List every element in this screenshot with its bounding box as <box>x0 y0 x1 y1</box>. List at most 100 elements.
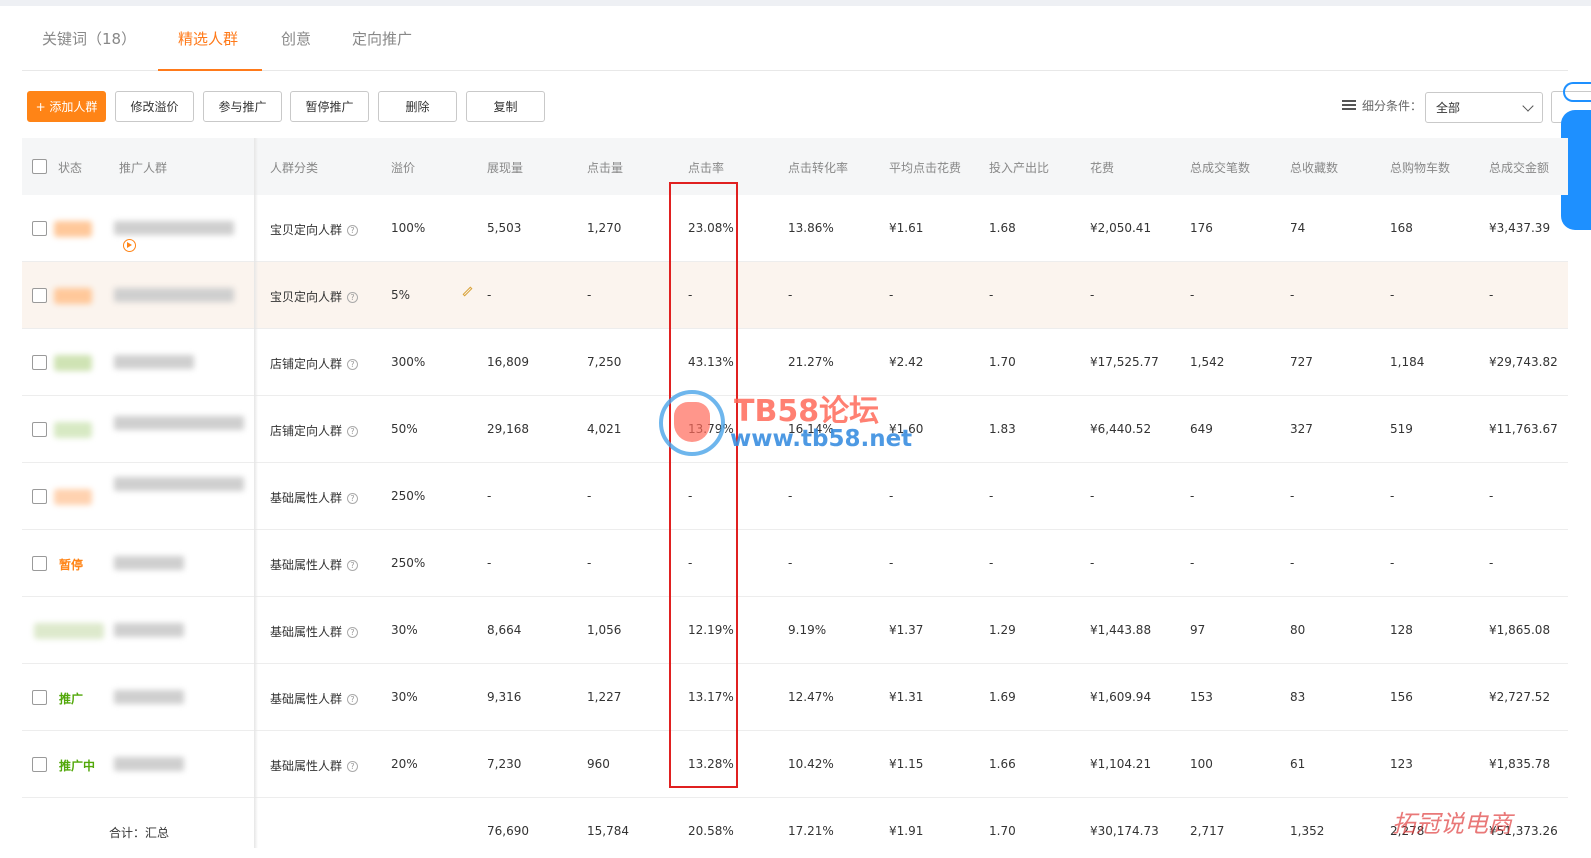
tab-targeted-promotion[interactable]: 定向推广 <box>352 28 412 49</box>
audience-name[interactable] <box>114 757 184 771</box>
impressions-cell: 8,664 <box>487 623 522 637</box>
header-cost[interactable]: 花费 <box>1090 159 1114 176</box>
header-favs[interactable]: 总收藏数 <box>1290 159 1338 176</box>
help-icon[interactable]: ? <box>347 493 359 504</box>
impressions-cell: 7,230 <box>487 757 522 771</box>
cpc-cell: ¥1.61 <box>889 221 924 235</box>
orders-cell: - <box>1190 288 1195 302</box>
status-badge <box>54 489 92 505</box>
audience-name[interactable] <box>114 288 234 302</box>
tab-creative[interactable]: 创意 <box>281 28 311 49</box>
select-all-checkbox[interactable] <box>32 159 47 174</box>
total-impressions: 76,690 <box>487 824 529 838</box>
filter-select[interactable]: 全部 <box>1425 92 1543 123</box>
header-impressions[interactable]: 展现量 <box>487 159 523 176</box>
help-icon[interactable]: ? <box>347 426 359 437</box>
audience-name[interactable] <box>114 623 184 637</box>
category-cell: 基础属性人群? <box>270 489 359 506</box>
carts-cell: - <box>1390 288 1395 302</box>
edit-premium-button[interactable]: 修改溢价 <box>115 91 194 122</box>
roi-cell: 1.68 <box>989 221 1016 235</box>
join-promotion-button[interactable]: 参与推广 <box>203 91 282 122</box>
help-icon[interactable]: ? <box>347 359 359 370</box>
header-clicks[interactable]: 点击量 <box>587 159 623 176</box>
audience-name[interactable] <box>114 416 244 430</box>
carts-cell: 156 <box>1390 690 1413 704</box>
audience-name[interactable] <box>114 477 244 491</box>
carts-cell: - <box>1390 556 1395 570</box>
cvr-cell: - <box>788 556 793 570</box>
roi-cell: 1.70 <box>989 355 1016 369</box>
gmv-cell: ¥3,437.39 <box>1489 221 1551 235</box>
help-icon[interactable]: ? <box>347 225 359 236</box>
pause-promotion-button[interactable]: 暂停推广 <box>290 91 369 122</box>
help-icon[interactable]: ? <box>347 761 359 772</box>
impressions-cell: 9,316 <box>487 690 522 704</box>
total-ctr: 20.58% <box>688 824 734 838</box>
help-icon[interactable]: ? <box>347 560 359 571</box>
help-icon[interactable]: ? <box>347 694 359 705</box>
add-audience-button[interactable]: + 添加人群 <box>27 91 106 122</box>
tab-keywords[interactable]: 关键词（18） <box>42 28 136 49</box>
header-status: 状态 <box>58 161 83 175</box>
row-checkbox[interactable] <box>32 690 47 705</box>
header-cpc[interactable]: 平均点击花费 <box>889 159 961 176</box>
premium-cell: 250% <box>391 489 426 503</box>
category-cell: 基础属性人群? <box>270 623 359 640</box>
edit-pencil-icon[interactable] <box>462 286 473 297</box>
carts-cell: 1,184 <box>1390 355 1425 369</box>
active-tab-indicator <box>158 69 262 71</box>
audience-name[interactable] <box>114 690 184 704</box>
status-badge <box>54 221 92 237</box>
audience-name[interactable] <box>114 221 234 235</box>
delete-button[interactable]: 删除 <box>378 91 457 122</box>
orders-cell: 176 <box>1190 221 1213 235</box>
orders-cell: 97 <box>1190 623 1206 637</box>
gmv-cell: ¥11,763.67 <box>1489 422 1558 436</box>
cost-cell: ¥1,609.94 <box>1090 690 1152 704</box>
audience-name[interactable] <box>114 556 184 570</box>
filter-label-group: 细分条件： <box>1342 97 1422 114</box>
cpc-cell: - <box>889 489 894 503</box>
clicks-cell: 4,021 <box>587 422 622 436</box>
cost-cell: ¥1,104.21 <box>1090 757 1152 771</box>
row-checkbox[interactable] <box>32 757 47 772</box>
header-gmv[interactable]: 总成交金额 <box>1489 159 1549 176</box>
row-checkbox[interactable] <box>32 221 47 236</box>
header-cvr[interactable]: 点击转化率 <box>788 159 848 176</box>
cpc-cell: ¥1.15 <box>889 757 924 771</box>
favs-cell: 83 <box>1290 690 1306 704</box>
favs-cell: 61 <box>1290 757 1306 771</box>
clicks-cell: 7,250 <box>587 355 622 369</box>
copy-button[interactable]: 复制 <box>466 91 545 122</box>
row-checkbox[interactable] <box>32 288 47 303</box>
header-roi[interactable]: 投入产出比 <box>989 159 1049 176</box>
tab-selected-audience[interactable]: 精选人群 <box>178 28 238 49</box>
row-checkbox[interactable] <box>32 355 47 370</box>
header-ctr[interactable]: 点击率 <box>688 159 724 176</box>
chevron-down-icon <box>1522 100 1534 112</box>
help-icon[interactable]: ? <box>347 292 359 303</box>
cvr-cell: 10.42% <box>788 757 834 771</box>
gmv-cell: ¥2,727.52 <box>1489 690 1551 704</box>
help-icon[interactable]: ? <box>347 627 359 638</box>
carts-cell: 128 <box>1390 623 1413 637</box>
row-checkbox[interactable] <box>32 556 47 571</box>
category-cell: 基础属性人群? <box>270 757 359 774</box>
status-badge <box>54 422 92 438</box>
orders-cell: - <box>1190 489 1195 503</box>
orders-cell: 153 <box>1190 690 1213 704</box>
row-checkbox[interactable] <box>32 422 47 437</box>
header-carts[interactable]: 总购物车数 <box>1390 159 1450 176</box>
category-cell: 宝贝定向人群? <box>270 221 359 238</box>
header-orders[interactable]: 总成交笔数 <box>1190 159 1250 176</box>
play-icon[interactable] <box>123 239 136 252</box>
favs-cell: 727 <box>1290 355 1313 369</box>
row-checkbox[interactable] <box>32 489 47 504</box>
carts-cell: 168 <box>1390 221 1413 235</box>
audience-name[interactable] <box>114 355 194 369</box>
total-clicks: 15,784 <box>587 824 629 838</box>
cost-cell: - <box>1090 288 1095 302</box>
cpc-cell: ¥1.37 <box>889 623 924 637</box>
cpc-cell: - <box>889 288 894 302</box>
